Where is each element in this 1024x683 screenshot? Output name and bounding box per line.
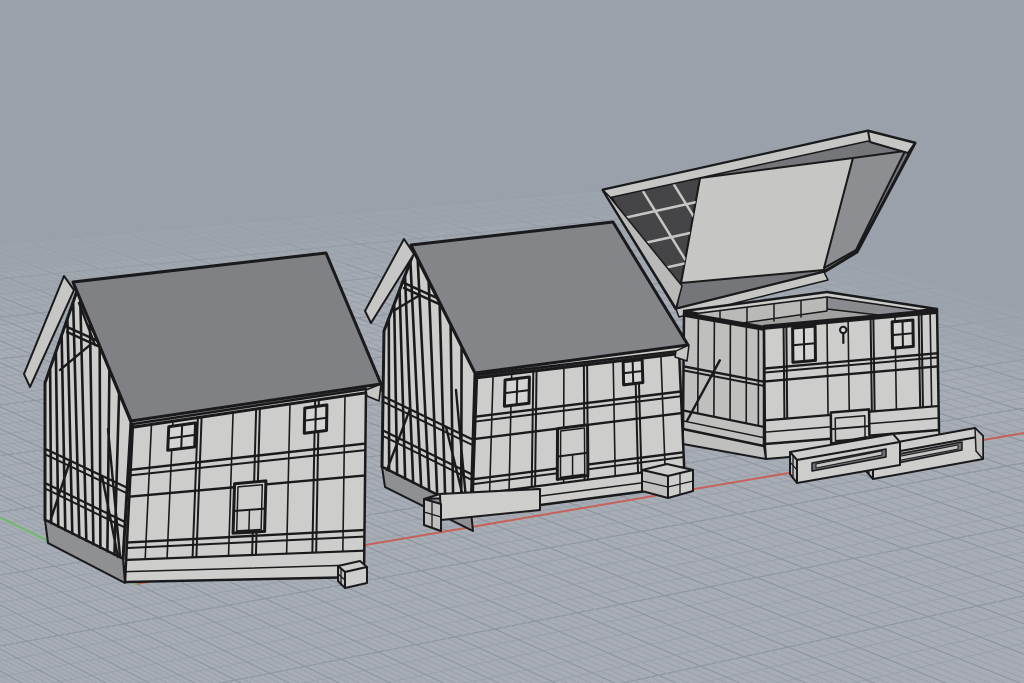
viewport[interactable] (0, 0, 1024, 683)
house-model-left[interactable] (24, 253, 381, 588)
scene-canvas[interactable] (0, 0, 1024, 683)
